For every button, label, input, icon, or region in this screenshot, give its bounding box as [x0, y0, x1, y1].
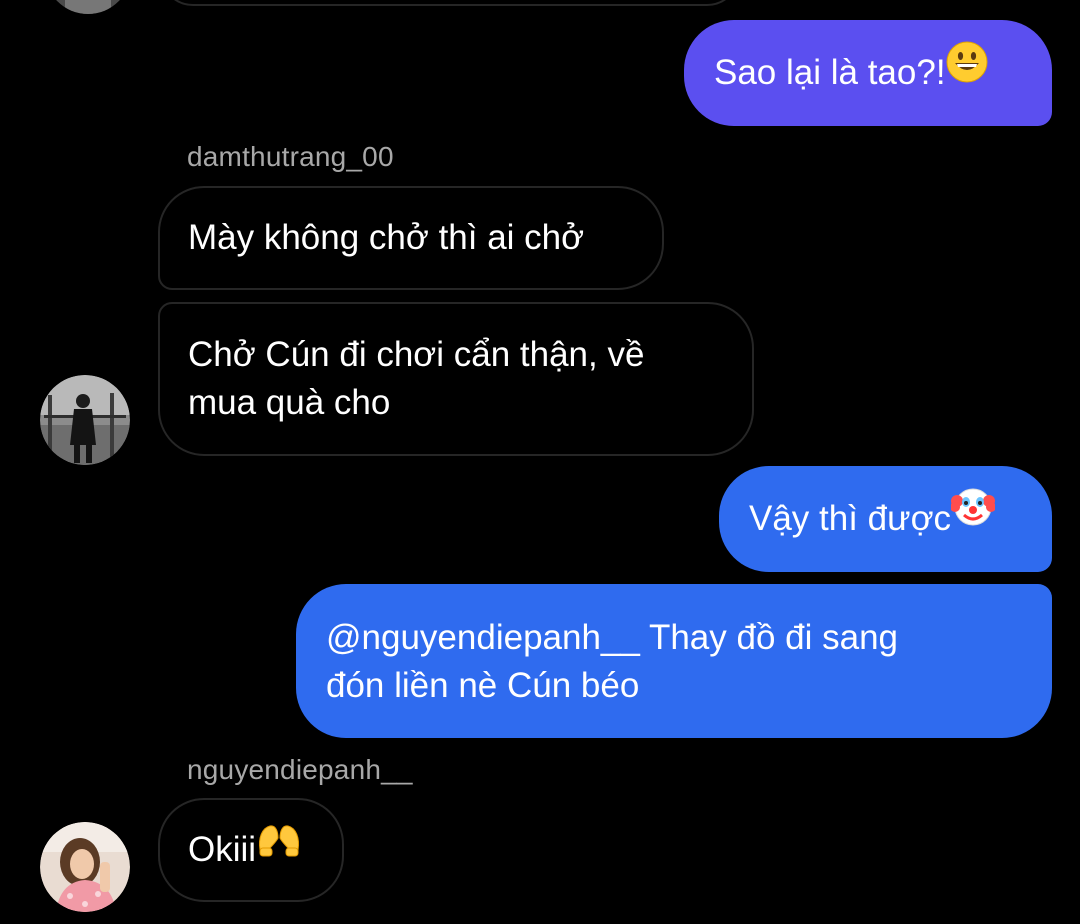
incoming-message-bubble[interactable]: Chở Cún đi chơi cẩn thận, về mua quà cho: [158, 302, 754, 456]
outgoing-message-bubble[interactable]: Sao lại là tao?!: [684, 20, 1052, 126]
incoming-message-bubble[interactable]: Mày không chở thì ai chở: [158, 186, 664, 290]
cropped-avatar-top[interactable]: [45, 0, 131, 14]
message-text-line: mua quà cho: [188, 383, 391, 422]
message-text-line: Chở Cún đi chơi cẩn thận, về: [188, 335, 645, 374]
avatar[interactable]: [40, 822, 130, 912]
incoming-message-bubble[interactable]: Okiii: [158, 798, 344, 902]
avatar-photo-icon: [40, 375, 130, 465]
sender-name: damthutrang_00: [187, 141, 394, 172]
sender-name: nguyendiepanh__: [187, 754, 413, 785]
avatar-photo-icon: [45, 0, 131, 14]
message-text: Okiii: [188, 830, 257, 869]
clown-face-emoji-icon: [950, 465, 997, 571]
outgoing-message-bubble[interactable]: Vậy thì được: [719, 466, 1052, 572]
avatar[interactable]: [40, 375, 130, 465]
message-text: Sao lại là tao?!: [714, 53, 946, 92]
message-text: Vậy thì được: [749, 499, 952, 538]
avatar-photo-icon: [40, 822, 130, 912]
cropped-incoming-bubble-top[interactable]: [160, 0, 740, 6]
message-text-line: đón liền nè Cún béo: [326, 666, 640, 705]
grinning-face-emoji-icon: [946, 19, 988, 125]
message-text: Mày không chở thì ai chở: [188, 218, 585, 257]
outgoing-message-bubble[interactable]: @nguyendiepanh__ Thay đồ đi sang đón liề…: [296, 584, 1052, 738]
message-text-line: @nguyendiepanh__ Thay đồ đi sang: [326, 618, 898, 657]
heart-hands-emoji-icon: [256, 799, 302, 899]
